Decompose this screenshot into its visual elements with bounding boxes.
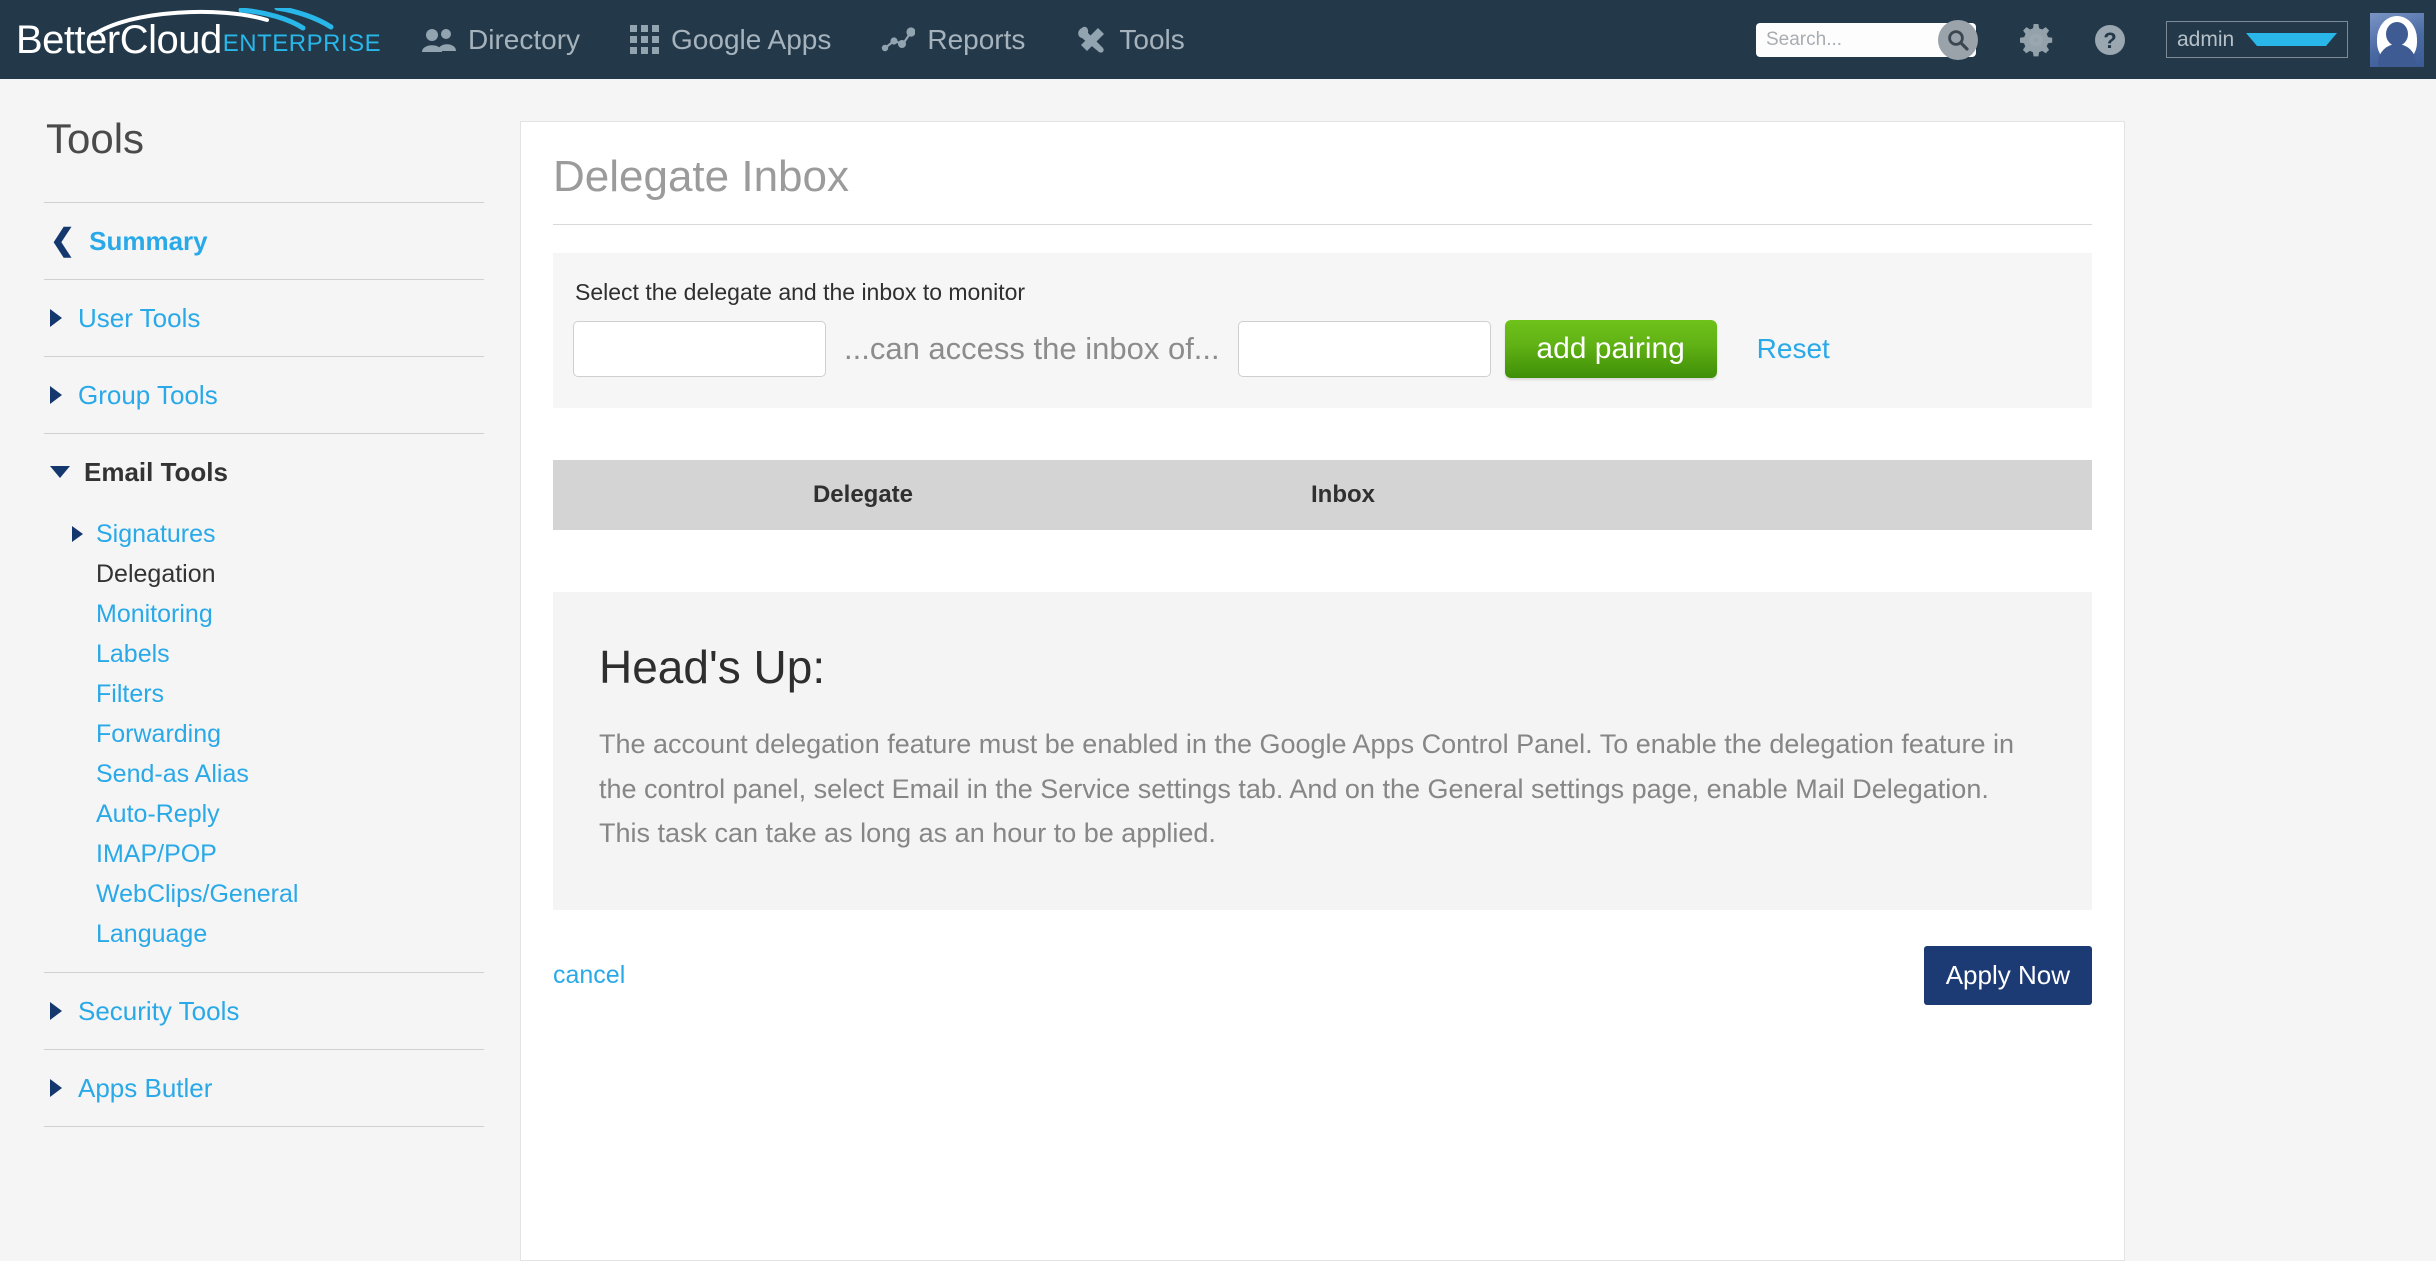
inbox-input[interactable] [1237,321,1491,377]
sidebar-item-send-as-alias[interactable]: Send-as Alias [44,754,484,794]
user-dropdown-label: admin [2177,27,2235,51]
nav-label-tools: Tools [1119,23,1185,55]
nav-label-google-apps: Google Apps [671,23,832,55]
heads-up-notice: Head's Up: The account delegation featur… [553,592,2092,910]
cancel-link[interactable]: cancel [553,961,625,990]
sidebar-item-label: Send-as Alias [96,759,249,788]
triangle-right-icon [50,386,62,404]
form-instruction: Select the delegate and the inbox to mon… [575,279,1026,305]
sidebar-item-label: Email Tools [84,456,228,487]
sidebar-item-label: Filters [96,679,165,708]
nav-label-directory: Directory [468,23,581,55]
title-rule [553,224,2092,225]
triangle-right-icon [50,1002,62,1020]
sidebar-item-summary[interactable]: ❮ Summary [44,203,484,279]
sidebar: Tools ❮ Summary User Tools Group Tools E… [44,115,484,1127]
pairing-form-panel: Select the delegate and the inbox to mon… [553,253,2092,408]
sidebar-item-auto-reply[interactable]: Auto-Reply [44,794,484,834]
column-header-delegate: Delegate [812,481,914,508]
nav-item-directory[interactable]: Directory [422,24,580,56]
sidebar-item-label: Forwarding [96,719,222,748]
search-icon[interactable] [1938,19,1978,60]
page-title: Delegate Inbox [553,152,849,201]
sidebar-title: Tools [46,115,145,162]
email-tools-submenu: Signatures Delegation Monitoring Labels … [44,510,484,972]
search-box[interactable] [1756,19,1978,60]
apply-now-button[interactable]: Apply Now [1923,945,2092,1005]
sidebar-item-labels[interactable]: Labels [44,634,484,674]
sidebar-item-monitoring[interactable]: Monitoring [44,594,484,634]
pairings-table: Delegate Inbox [553,460,2092,530]
search-input[interactable] [1756,24,1924,55]
sidebar-item-label: Signatures [96,519,216,548]
logo-name: BetterCloud [16,17,222,62]
sidebar-item-label: User Tools [78,302,201,333]
sidebar-item-label: Labels [96,639,170,668]
chevron-down-icon [2246,33,2337,46]
sidebar-item-delegation[interactable]: Delegation [44,554,484,594]
sidebar-item-imap-pop[interactable]: IMAP/POP [44,834,484,874]
nav-item-reports[interactable]: Reports [881,24,1025,56]
notice-title: Head's Up: [599,641,826,693]
sidebar-item-label: IMAP/POP [96,839,217,868]
sidebar-item-signatures[interactable]: Signatures [44,514,484,554]
table-header-row: Delegate Inbox [553,460,2092,530]
sidebar-item-user-tools[interactable]: User Tools [44,280,484,356]
avatar[interactable] [2370,12,2424,67]
sidebar-item-label: Security Tools [78,995,240,1026]
logo-edition: ENTERPRISE [222,29,382,57]
sidebar-item-label: WebClips/General [96,879,299,908]
gear-icon[interactable] [2018,22,2054,58]
sidebar-divider [44,1126,484,1127]
sidebar-item-filters[interactable]: Filters [44,674,484,714]
user-dropdown[interactable]: admin [2166,21,2348,58]
pairing-form-row: ...can access the inbox of... add pairin… [573,320,2072,378]
sidebar-item-forwarding[interactable]: Forwarding [44,714,484,754]
sidebar-item-email-tools[interactable]: Email Tools [44,434,484,510]
reset-link[interactable]: Reset [1757,333,1830,365]
notice-body: The account delegation feature must be e… [599,729,2015,849]
chevron-left-icon: ❮ [50,224,76,257]
nav-label-reports: Reports [927,23,1026,55]
delegate-input[interactable] [573,321,826,377]
nav-item-google-apps[interactable]: Google Apps [630,24,831,56]
help-icon[interactable]: ? [2092,22,2128,58]
sidebar-item-label: Summary [89,225,208,256]
add-pairing-button[interactable]: add pairing [1504,320,1717,378]
triangle-right-icon [50,1079,62,1097]
tools-icon [1075,25,1107,55]
grid-icon [630,25,660,54]
avatar-head [2386,21,2408,46]
nav-item-tools[interactable]: Tools [1075,23,1185,56]
sidebar-item-label: Auto-Reply [96,799,220,828]
main-content-card: Delegate Inbox Select the delegate and t… [520,121,2125,1261]
main-nav-items: Directory Google Apps Reports Tools [422,24,1235,56]
sidebar-item-language[interactable]: Language [44,914,484,954]
sidebar-item-label: Delegation [96,559,216,588]
svg-text:?: ? [2103,28,2116,53]
page-body: Tools ❮ Summary User Tools Group Tools E… [0,79,2436,1261]
sidebar-item-apps-butler[interactable]: Apps Butler [44,1050,484,1126]
column-header-inbox: Inbox [1311,481,1375,508]
triangle-right-icon [50,309,62,327]
sidebar-item-label: Monitoring [96,599,213,628]
between-label: ...can access the inbox of... [844,331,1220,366]
triangle-right-icon [72,526,83,542]
sidebar-item-webclips-general[interactable]: WebClips/General [44,874,484,914]
sidebar-item-security-tools[interactable]: Security Tools [44,973,484,1049]
chart-icon [881,26,916,53]
people-icon [422,27,456,53]
bettercloud-logo[interactable]: BetterCloud ENTERPRISE [16,7,386,70]
top-navigation-bar: BetterCloud ENTERPRISE Directory Google … [0,0,2436,79]
nav-right-cluster: ? admin [1756,12,2424,67]
sidebar-item-label: Language [96,919,208,948]
triangle-down-icon [50,466,70,478]
card-footer: cancel Apply Now [553,945,2092,1005]
sidebar-item-label: Apps Butler [78,1072,213,1103]
sidebar-item-group-tools[interactable]: Group Tools [44,357,484,433]
sidebar-item-label: Group Tools [78,379,218,410]
